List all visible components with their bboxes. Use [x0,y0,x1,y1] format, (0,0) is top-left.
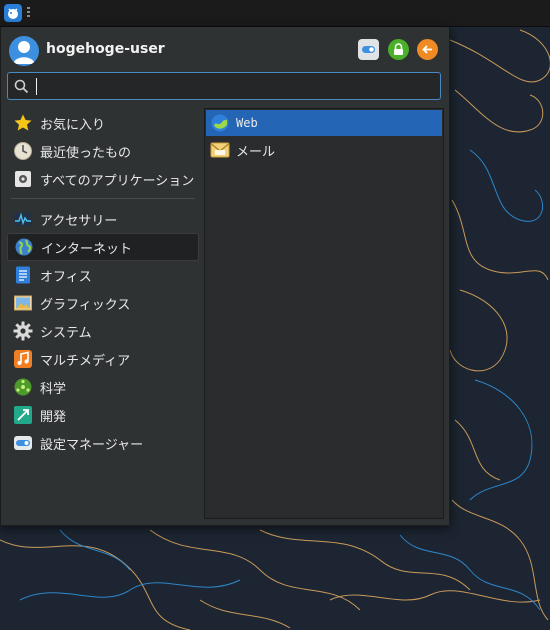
category-office[interactable]: オフィス [7,261,199,289]
music-icon [13,349,33,369]
category-separator [11,198,195,199]
settings-manager-icon [13,433,33,453]
category-settings-manager[interactable]: 設定マネージャー [7,429,199,457]
science-icon [13,377,33,397]
whisker-menu-button[interactable] [4,4,22,22]
top-panel [0,0,550,27]
username: hogehoge-user [46,41,165,57]
category-development[interactable]: 開発 [7,401,199,429]
category-label: お気に入り [40,117,106,133]
category-label: 科学 [40,381,67,397]
accessories-icon [13,209,33,229]
panel-handle[interactable] [27,7,30,18]
category-multimedia[interactable]: マルチメディア [7,345,199,373]
category-accessories[interactable]: アクセサリー [7,205,199,233]
category-graphics[interactable]: グラフィックス [7,289,199,317]
globe-icon [14,237,34,257]
system-gear-icon [13,321,33,341]
clock-icon [13,141,33,161]
applications-icon [13,169,33,189]
category-label: 開発 [40,409,67,425]
app-web-browser[interactable]: Web [206,110,442,136]
category-label: 最近使ったもの [40,145,132,161]
whisker-menu-icon [8,8,18,19]
log-out-icon [422,45,432,54]
graphics-icon [13,293,33,313]
category-label: システム [40,325,92,341]
category-internet[interactable]: インターネット [7,233,199,261]
settings-manager-button[interactable] [358,39,379,60]
lock-screen-button[interactable] [388,39,409,60]
text-cursor [36,78,37,95]
category-label: アクセサリー [40,213,118,229]
search-input[interactable] [7,72,441,100]
web-browser-icon [210,113,230,133]
category-label: すべてのアプリケーション [40,173,195,189]
category-favorites[interactable]: お気に入り [7,109,199,137]
mail-icon [210,140,230,160]
category-label: マルチメディア [40,353,131,369]
application-list: Web メール [204,108,444,519]
category-all-applications[interactable]: すべてのアプリケーション [7,165,199,193]
log-out-button[interactable] [417,39,438,60]
app-label: Web [236,116,258,130]
category-label: オフィス [40,269,92,285]
app-mail[interactable]: メール [206,137,442,163]
category-system[interactable]: システム [7,317,199,345]
category-recent[interactable]: 最近使ったもの [7,137,199,165]
category-label: 設定マネージャー [40,437,144,453]
category-label: グラフィックス [40,297,131,313]
category-science[interactable]: 科学 [7,373,199,401]
office-icon [13,265,33,285]
search-icon [14,79,29,94]
category-label: インターネット [41,241,133,257]
star-icon [13,113,33,133]
application-menu: hogehoge-user お気に入り 最近使ったもの すべてのアプリケーション… [0,27,450,526]
category-list: お気に入り 最近使ったもの すべてのアプリケーション アクセサリー インターネッ… [7,109,199,457]
app-label: メール [236,144,276,160]
settings-toggle-icon [362,46,375,53]
user-avatar-icon [9,36,39,66]
lock-screen-icon [394,43,403,55]
development-icon [13,405,33,425]
